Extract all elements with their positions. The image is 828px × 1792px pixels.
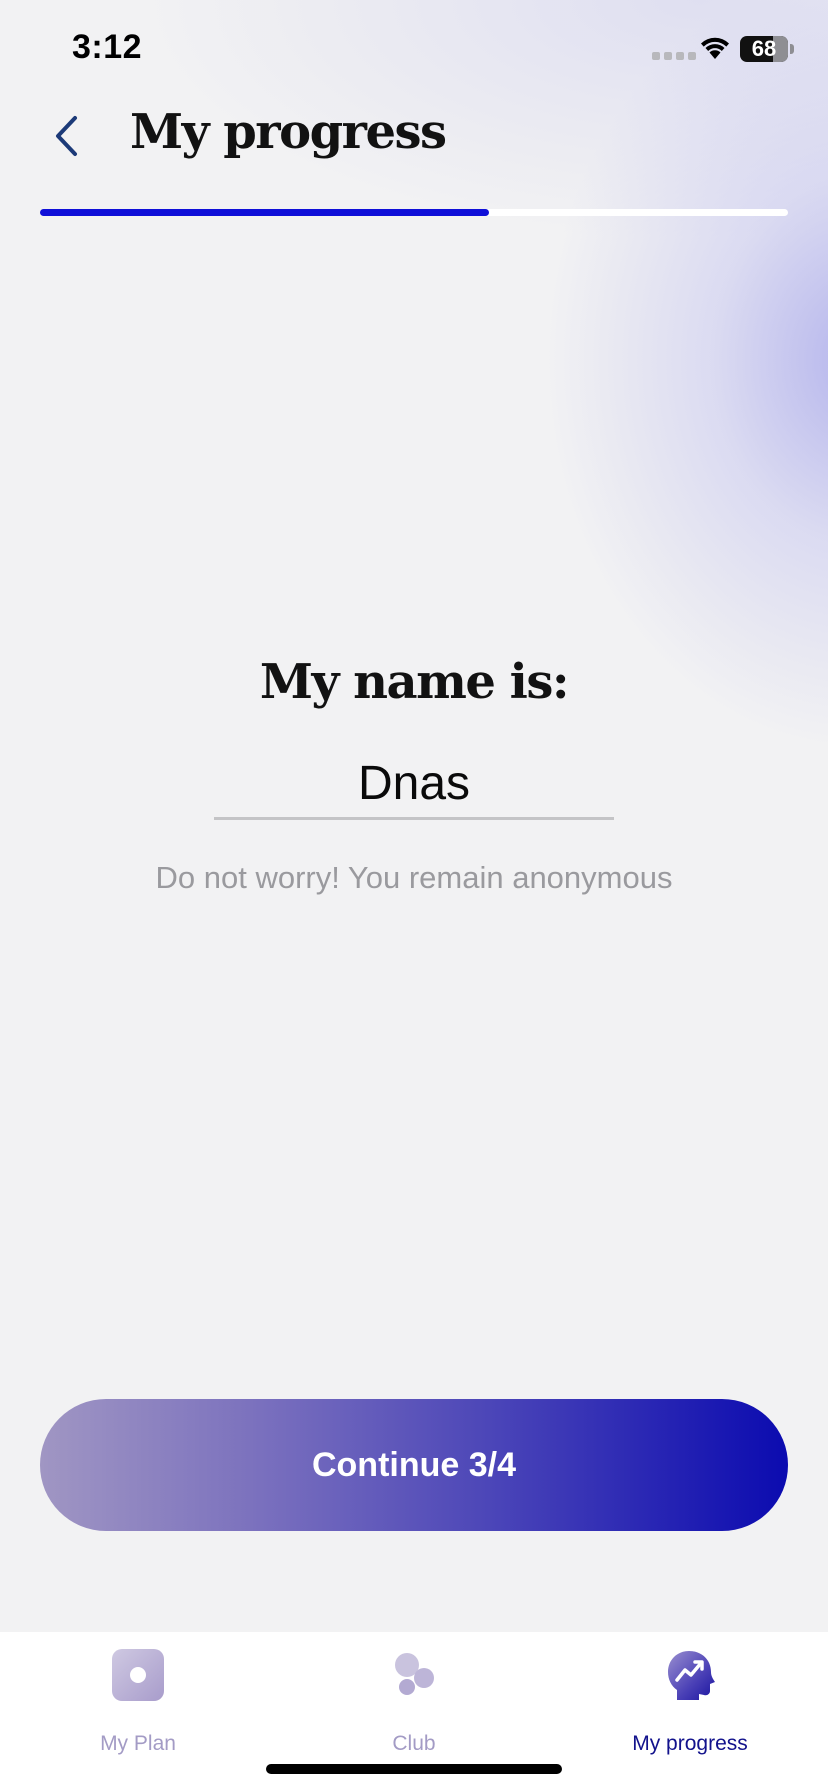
- battery-cap: [790, 44, 794, 54]
- back-button[interactable]: [44, 108, 88, 164]
- progress-bar: [40, 209, 788, 216]
- club-icon: [387, 1648, 441, 1707]
- tab-my-progress[interactable]: My progress: [552, 1632, 828, 1762]
- tab-label-my-plan: My Plan: [100, 1732, 176, 1755]
- battery-icon: 68: [740, 36, 788, 62]
- tab-label-my-progress: My progress: [632, 1732, 748, 1755]
- continue-button[interactable]: Continue 3/4: [40, 1399, 788, 1531]
- tab-label-club: Club: [392, 1732, 436, 1755]
- page-title: My progress: [130, 104, 447, 160]
- signal-icon: [652, 52, 696, 60]
- tab-club[interactable]: Club: [276, 1632, 552, 1762]
- home-indicator: [266, 1764, 562, 1774]
- progress-bar-fill: [40, 209, 489, 216]
- name-input[interactable]: [214, 750, 614, 820]
- battery-level: 68: [751, 36, 777, 61]
- anonymity-helper-text: Do not worry! You remain anonymous: [155, 860, 673, 895]
- status-time: 3:12: [72, 28, 143, 66]
- name-heading: My name is:: [259, 654, 570, 710]
- tab-my-plan[interactable]: My Plan: [0, 1632, 276, 1762]
- plan-icon: [111, 1648, 165, 1707]
- progress-head-icon: [663, 1648, 717, 1707]
- chevron-left-icon: [56, 116, 77, 156]
- status-bar: 3:12 68: [0, 0, 828, 100]
- wifi-icon: [698, 34, 732, 65]
